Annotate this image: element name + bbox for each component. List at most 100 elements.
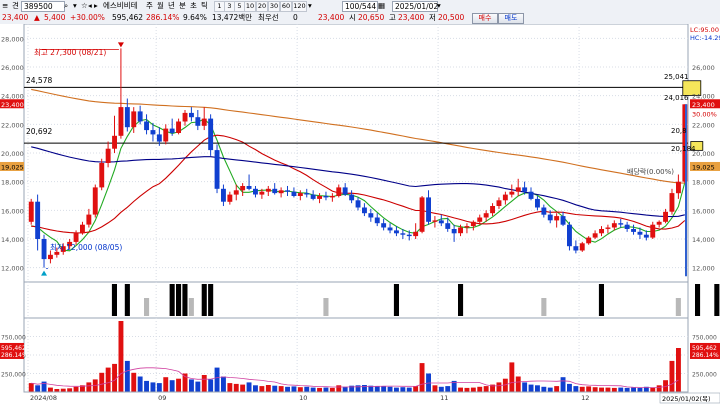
volume-bar xyxy=(605,387,611,392)
favorite-icon[interactable]: ☆ xyxy=(81,1,88,11)
menu-icon[interactable]: ≡ xyxy=(2,1,8,11)
period-tab-minute[interactable]: 분 xyxy=(179,1,186,11)
period-tab-tick[interactable]: 틱 xyxy=(201,1,208,11)
left-price-tick: 12,000 xyxy=(1,265,24,273)
candle-body xyxy=(445,223,451,229)
volume-bar xyxy=(278,386,284,392)
low-annotation: 최저 12,000 (08/05) xyxy=(50,242,122,252)
current-price: 23,400 xyxy=(2,13,29,22)
trade-value: 13,472백만 xyxy=(212,13,253,22)
candle-body xyxy=(54,251,60,255)
left-volume-tag: 595,462 xyxy=(1,345,26,352)
candle-body xyxy=(240,186,246,191)
right-price-tick: 16,000 xyxy=(692,207,715,215)
left-ma-tag: 19,025 xyxy=(1,163,24,171)
volume-bar xyxy=(317,387,322,392)
volume-bar xyxy=(195,381,201,392)
candle-body xyxy=(464,226,470,228)
left-volume-tick: 250,000 xyxy=(1,372,26,379)
candle-body xyxy=(195,117,201,126)
candle-body xyxy=(599,229,604,234)
minute-button-60[interactable]: 60 xyxy=(280,1,292,12)
candle-body xyxy=(118,107,124,136)
candle-body xyxy=(124,107,130,128)
signal-bar-gray xyxy=(675,298,681,316)
volume-bar xyxy=(586,386,592,392)
close-price: 23,400 xyxy=(398,13,425,22)
volume-bar xyxy=(208,379,214,392)
volume-bar xyxy=(656,385,662,392)
minute-button-10[interactable]: 10 xyxy=(244,1,256,12)
turnover-rate: 9.64% xyxy=(183,13,207,22)
candle-body xyxy=(317,196,322,199)
period-tab-month[interactable]: 월 xyxy=(157,1,164,11)
candle-body xyxy=(342,187,348,195)
volume-bar xyxy=(259,386,265,392)
left-price-tick: 22,000 xyxy=(1,121,24,129)
candle-body xyxy=(470,221,476,227)
volume-bar xyxy=(240,384,246,392)
left-volume-ratio-tag: 286.14% xyxy=(1,352,28,359)
prev-stock-icon[interactable]: ◂ xyxy=(88,1,92,11)
candle-body xyxy=(272,188,278,194)
period-tab-week[interactable]: 주 xyxy=(146,1,153,11)
period-dropdown-icon[interactable]: ▾ xyxy=(308,1,312,11)
right-price-tick: 18,000 xyxy=(692,179,715,187)
right-lc-label: LC:95.00 xyxy=(690,26,719,34)
next-stock-icon[interactable]: ▸ xyxy=(94,1,98,11)
minute-button-120[interactable]: 120 xyxy=(292,1,307,12)
stock-code-input[interactable]: 389500 xyxy=(21,1,65,12)
candle-body xyxy=(48,254,53,260)
candle-count-input[interactable]: 100/544 xyxy=(342,1,378,12)
stock-chart[interactable]: 28,00026,00024,00022,00020,00018,00016,0… xyxy=(0,24,720,404)
chart-background xyxy=(0,24,720,404)
date-axis-label: 10 xyxy=(299,394,307,402)
volume-bar xyxy=(611,387,617,392)
period-tab-year[interactable]: 년 xyxy=(168,1,175,11)
candle-body xyxy=(611,223,617,228)
candle-body xyxy=(535,198,540,208)
candle-body xyxy=(227,194,233,202)
volume-bar xyxy=(438,386,444,392)
dropdown-icon[interactable]: ▾ xyxy=(73,1,77,11)
volume-bar xyxy=(522,382,528,392)
candle-body xyxy=(515,187,521,192)
volume-bar xyxy=(470,387,476,392)
candle-body xyxy=(349,194,355,201)
signal-bar-gray xyxy=(541,298,547,316)
high-price: 20,650 xyxy=(358,13,385,22)
candle-body xyxy=(676,181,681,194)
candle-body xyxy=(605,227,611,229)
left-price-tick: 26,000 xyxy=(1,64,24,72)
sell-button[interactable]: 매도 xyxy=(498,13,524,24)
candle-body xyxy=(362,207,367,214)
box-high-label: 25,041 xyxy=(664,73,689,81)
minute-button-30[interactable]: 30 xyxy=(268,1,280,12)
minute-button-20[interactable]: 20 xyxy=(256,1,268,12)
volume-bar xyxy=(67,388,73,392)
volume-bar xyxy=(374,386,380,392)
candle-body xyxy=(567,224,572,247)
buy-button[interactable]: 매수 xyxy=(472,13,498,24)
period-tab-second[interactable]: 초 xyxy=(190,1,197,11)
left-price-tick: 14,000 xyxy=(1,236,24,244)
volume-bar xyxy=(515,376,521,392)
dividend-annotation: 배당락(0.00%) xyxy=(627,167,674,176)
period-prefix[interactable]: 견 xyxy=(12,1,19,11)
volume-bar xyxy=(246,382,252,392)
volume-bar xyxy=(342,386,348,392)
date-input[interactable]: 2025/01/02 xyxy=(392,1,438,12)
search-icon[interactable]: ⌕ xyxy=(64,1,68,11)
candle-body xyxy=(86,214,92,225)
date-axis-label: 11 xyxy=(440,394,448,402)
candle-body xyxy=(432,220,438,222)
candle-body xyxy=(496,200,502,206)
candle-body xyxy=(368,213,374,218)
candle-body xyxy=(156,134,162,142)
date-dropdown-icon[interactable]: ▾ xyxy=(437,1,441,11)
candle-body xyxy=(221,188,226,202)
candle-body xyxy=(80,224,85,234)
date-picker-icon[interactable]: ▦ xyxy=(378,1,385,11)
volume-bar xyxy=(329,387,335,392)
left-price-tick: 20,000 xyxy=(1,150,24,158)
